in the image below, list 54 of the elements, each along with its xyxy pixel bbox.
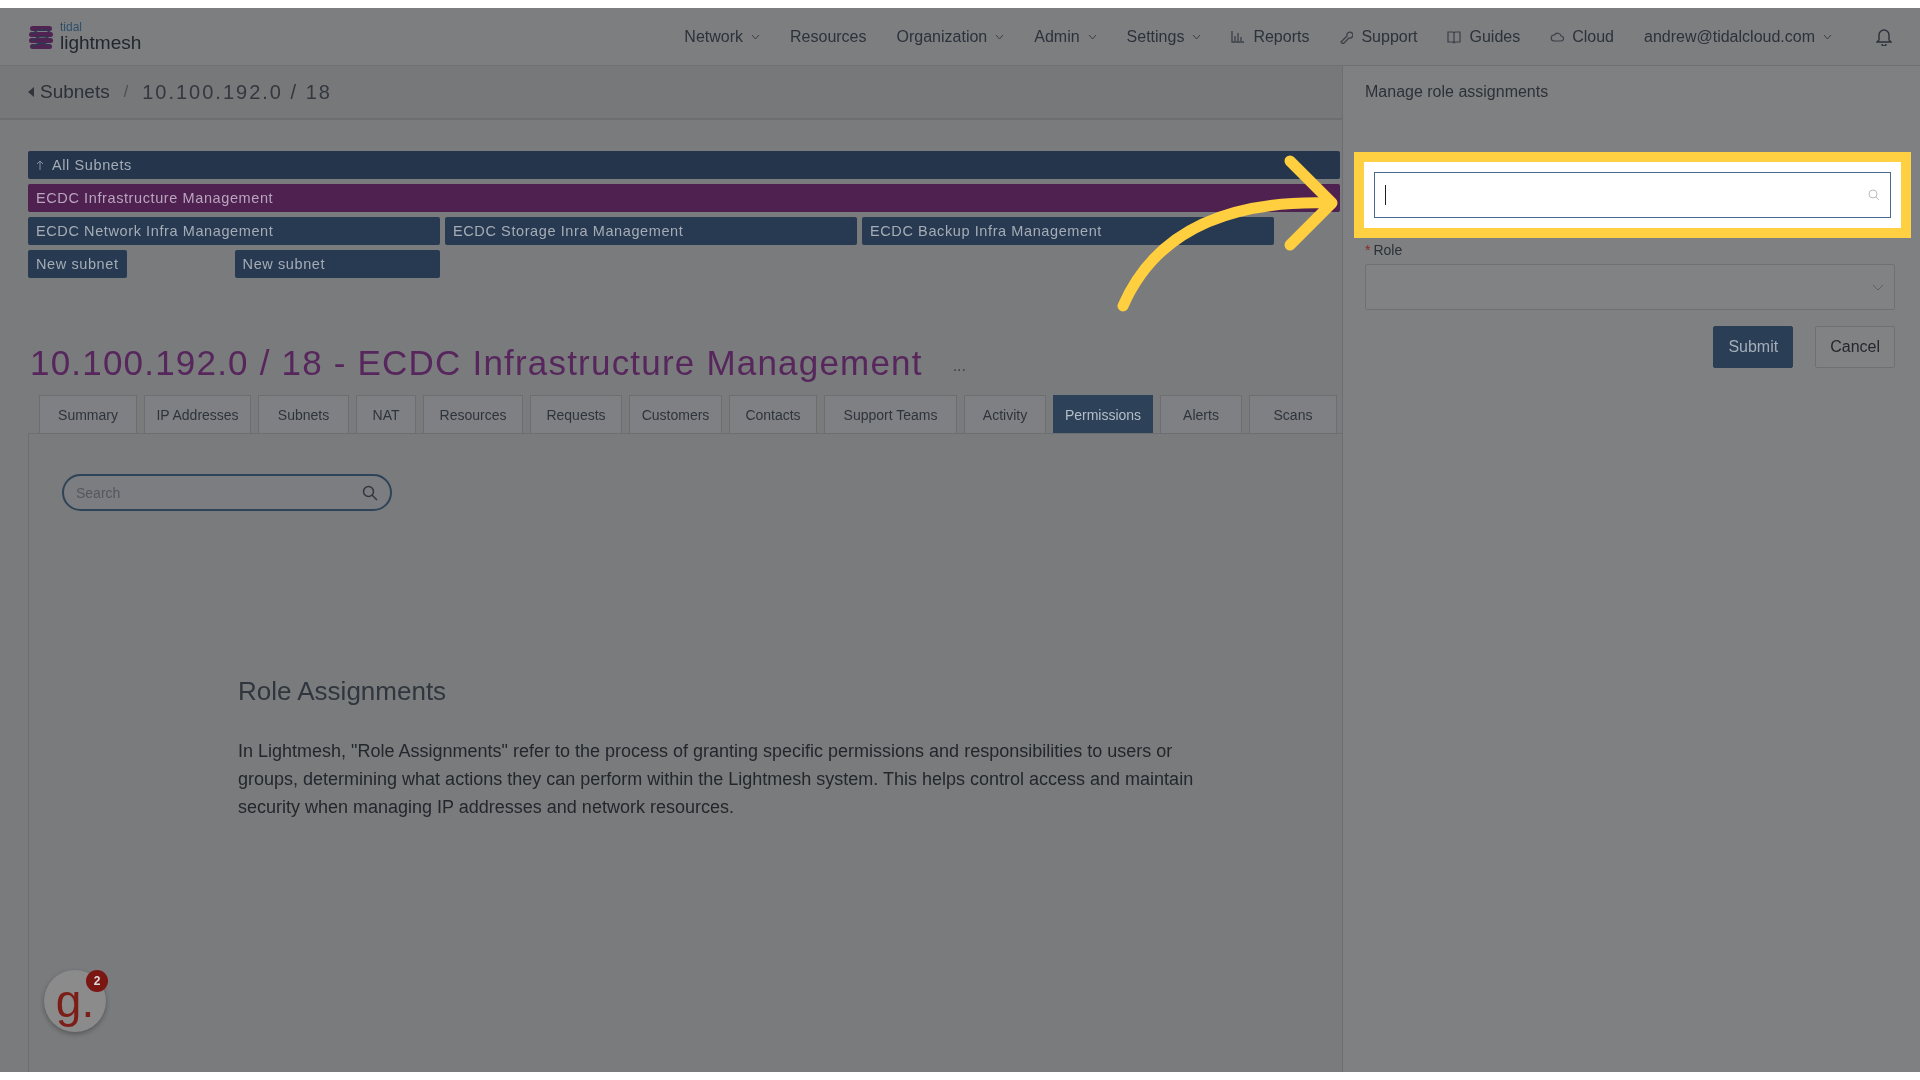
description-paragraph: In Lightmesh, "Role Assignments" refer to the process of granting specific permissions and responsibilities to users or groups, determining what actions they can perform within the Lightmesh system. This helps control access and maintain security when managing IP addresses and network resources. — [238, 740, 1195, 819]
child-subnet-bar[interactable]: ECDC Network Infra Management — [28, 217, 440, 245]
current-subnet-bar[interactable]: ECDC Infrastructure Management — [28, 184, 1340, 212]
nav-link[interactable]: Reports — [1253, 27, 1310, 46]
breadcrumb-link[interactable]: Subnets — [40, 81, 110, 103]
nav-link[interactable]: Guides — [1469, 27, 1521, 46]
breadcrumb-separator: / — [123, 83, 129, 101]
nav-link[interactable]: Network — [684, 27, 744, 46]
new-subnet-button[interactable]: New subnet — [234, 250, 440, 278]
panel-title: Manage role assignments — [1365, 82, 1550, 102]
nav-link[interactable]: andrew@tidalcloud.com — [1644, 27, 1815, 46]
breadcrumb-current: 10.100.192.0 / 18 — [142, 80, 332, 104]
nav-link[interactable]: Admin — [1034, 27, 1080, 46]
field-label: Role — [1373, 242, 1403, 258]
tab[interactable]: Alerts — [1160, 395, 1242, 433]
tab[interactable]: Contacts — [729, 395, 817, 433]
nav-link[interactable]: Resources — [790, 27, 867, 46]
logo-text: tidal — [60, 21, 83, 33]
tab[interactable]: Scans — [1249, 395, 1337, 433]
parent-subnet-bar[interactable]: All Subnets — [28, 151, 1340, 179]
logo-icon — [28, 23, 54, 50]
section-heading: Role Assignments — [238, 676, 448, 707]
search-icon — [1868, 189, 1880, 201]
child-subnet-bar[interactable]: ECDC Storage Inra Management — [445, 217, 857, 245]
notification-badge: 2 — [86, 970, 108, 992]
tab[interactable]: NAT — [356, 395, 416, 433]
tab[interactable]: Resources — [423, 395, 523, 433]
cancel-button[interactable]: Cancel — [1815, 326, 1895, 368]
back-caret-icon — [28, 87, 34, 97]
search-icon — [362, 485, 378, 501]
tab[interactable]: Permissions — [1053, 395, 1153, 433]
more-menu[interactable]: ... — [952, 357, 966, 383]
text-cursor — [1385, 185, 1386, 205]
submit-button[interactable]: Submit — [1713, 326, 1794, 368]
nav-link[interactable]: Settings — [1126, 27, 1185, 46]
child-subnet-bar[interactable]: ECDC Backup Infra Management — [862, 217, 1274, 245]
tab[interactable]: Requests — [530, 395, 622, 433]
chevron-down-icon — [1872, 283, 1884, 291]
page-title: 10.100.192.0 / 18 - ECDC Infrastructure Management — [30, 343, 923, 383]
notification-bell-icon — [1876, 27, 1892, 46]
tab[interactable]: Summary — [39, 395, 137, 433]
logo-text: lightmesh — [60, 33, 142, 52]
tab[interactable]: Support Teams — [824, 395, 957, 433]
required-mark: * — [1365, 242, 1371, 258]
new-subnet-button[interactable]: New subnet — [28, 250, 127, 278]
nav-link[interactable]: Cloud — [1572, 27, 1614, 46]
tab[interactable]: Activity — [964, 395, 1046, 433]
up-arrow-icon — [36, 160, 44, 170]
tab[interactable]: IP Addresses — [144, 395, 251, 433]
nav-link[interactable]: Support — [1361, 27, 1418, 46]
tab[interactable]: Customers — [629, 395, 722, 433]
nav-link[interactable]: Organization — [896, 27, 988, 46]
tab[interactable]: Subnets — [258, 395, 349, 433]
user-search-field[interactable] — [1374, 172, 1891, 218]
